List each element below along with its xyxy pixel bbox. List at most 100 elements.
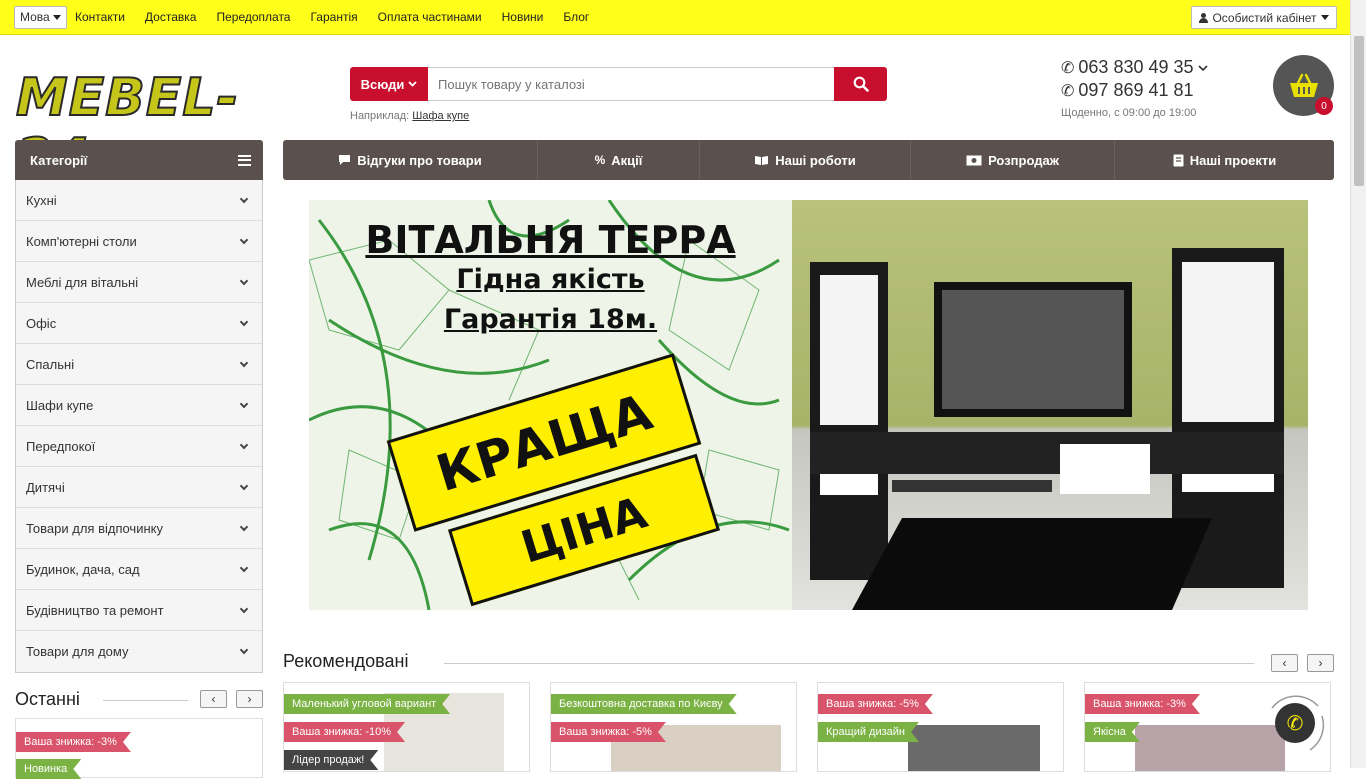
account-dropdown[interactable]: Особистий кабінет <box>1191 6 1337 29</box>
nav-delivery[interactable]: Доставка <box>145 10 197 24</box>
tv-wall-unit-image <box>810 248 1284 610</box>
product-card[interactable]: Маленький угловой вариант Ваша знижка: -… <box>283 682 530 772</box>
chevron-down-icon <box>239 194 249 203</box>
chevron-down-icon <box>239 563 249 572</box>
example-link[interactable]: Шафа купе <box>412 110 469 122</box>
category-leisure[interactable]: Товари для відпочинку <box>16 508 262 549</box>
search-input[interactable] <box>428 67 834 101</box>
category-wardrobes[interactable]: Шафи купе <box>16 385 262 426</box>
menu-promotions[interactable]: % Акції <box>538 140 700 180</box>
scrollbar-thumb[interactable] <box>1354 36 1364 186</box>
promo-banner[interactable]: ВІТАЛЬНЯ ТЕРРА Гідна якість Гарантія 18м… <box>309 200 1308 610</box>
site-logo[interactable]: MEBEL-24 <box>15 67 274 189</box>
percent-icon: % <box>594 153 606 167</box>
book-icon <box>755 156 769 165</box>
phone-row-1[interactable]: ✆ 063 830 49 35 <box>1061 56 1208 79</box>
category-kids[interactable]: Дитячі <box>16 467 262 508</box>
recommended-next-button[interactable]: › <box>1307 654 1334 672</box>
hamburger-menu-icon[interactable] <box>238 154 251 166</box>
product-tag: Якісна <box>1085 722 1140 742</box>
category-hallways[interactable]: Передпокої <box>16 426 262 467</box>
nav-contacts[interactable]: Контакти <box>75 10 125 24</box>
last-prev-button[interactable]: ‹ <box>200 690 227 708</box>
language-dropdown[interactable]: Мова <box>14 6 67 29</box>
page-scrollbar[interactable] <box>1350 0 1366 768</box>
chevron-down-icon <box>239 440 249 449</box>
category-construction[interactable]: Будівництво та ремонт <box>16 590 262 631</box>
cart-count-badge: 0 <box>1315 97 1333 115</box>
user-icon <box>1199 12 1209 23</box>
discount-badge: Ваша знижка: -5% <box>551 722 666 742</box>
product-card[interactable]: Ваша знижка: -5% Кращий дизайн <box>817 682 1064 772</box>
chevron-left-icon: ‹ <box>1282 656 1287 670</box>
working-hours: Щоденно, с 09:00 до 19:00 <box>1061 107 1197 119</box>
category-home-goods[interactable]: Товари для дому <box>16 631 262 672</box>
banner-subtitle-quality: Гідна якість <box>456 264 645 295</box>
category-label: Меблі для вітальні <box>26 274 139 290</box>
search-scope-dropdown[interactable]: Всюди <box>350 67 428 101</box>
menu-reviews[interactable]: Відгуки про товари <box>283 140 538 180</box>
phone-row-2[interactable]: ✆ 097 869 41 81 <box>1061 79 1208 102</box>
top-bar: Мова Контакти Доставка Передоплата Гаран… <box>0 0 1350 35</box>
category-bedrooms[interactable]: Спальні <box>16 344 262 385</box>
category-kitchens[interactable]: Кухні <box>16 180 262 221</box>
category-label: Будівництво та ремонт <box>26 602 164 618</box>
discount-badge: Ваша знижка: -5% <box>818 694 933 714</box>
chevron-down-icon <box>239 645 249 655</box>
product-tag: Новинка <box>16 759 81 779</box>
menu-our-projects[interactable]: Наші проекти <box>1115 140 1334 180</box>
money-icon <box>966 155 982 165</box>
menu-our-works[interactable]: Наші роботи <box>700 140 911 180</box>
category-label: Будинок, дача, сад <box>26 561 140 577</box>
category-label: Комп'ютерні столи <box>26 233 137 249</box>
discount-badge: Ваша знижка: -10% <box>284 722 405 742</box>
phone-number-2[interactable]: 097 869 41 81 <box>1078 80 1193 101</box>
caret-down-icon <box>1320 15 1329 20</box>
search-button[interactable] <box>834 67 887 101</box>
recommended-prev-button[interactable]: ‹ <box>1271 654 1298 672</box>
product-tag: Кращий дизайн <box>818 722 919 742</box>
nav-prepayment[interactable]: Передоплата <box>216 10 290 24</box>
menu-sale[interactable]: Розпродаж <box>911 140 1115 180</box>
chevron-right-icon: › <box>1318 656 1323 670</box>
discount-badge: Ваша знижка: -3% <box>1085 694 1200 714</box>
chevron-left-icon: ‹ <box>211 692 216 706</box>
category-label: Офіс <box>26 315 57 331</box>
banner-furniture-photo <box>792 200 1308 610</box>
product-tag: Безкоштовна доставка по Києву <box>551 694 737 714</box>
category-house-garden[interactable]: Будинок, дача, сад <box>16 549 262 590</box>
discount-badge: Ваша знижка: -3% <box>16 732 131 752</box>
nav-warranty[interactable]: Гарантія <box>310 10 357 24</box>
banner-title: ВІТАЛЬНЯ ТЕРРА <box>365 218 736 262</box>
last-viewed-card[interactable]: Ваша знижка: -3% Новинка <box>15 718 263 778</box>
chevron-down-icon <box>239 276 249 285</box>
chevron-down-icon <box>239 358 249 367</box>
nav-installments[interactable]: Оплата частинами <box>378 10 482 24</box>
product-card[interactable]: Безкоштовна доставка по Києву Ваша знижк… <box>550 682 797 772</box>
phone-number-1[interactable]: 063 830 49 35 <box>1078 57 1193 78</box>
categories-title: Категорії <box>30 152 88 168</box>
example-label: Наприклад: <box>350 110 410 122</box>
nav-blog[interactable]: Блог <box>563 10 589 24</box>
cart-button[interactable]: 0 <box>1273 55 1334 116</box>
category-office[interactable]: Офіс <box>16 303 262 344</box>
search-icon <box>853 76 869 92</box>
menu-label: Відгуки про товари <box>357 152 482 168</box>
bestseller-badge: Лідер продаж! <box>284 750 378 770</box>
nav-news[interactable]: Новини <box>502 10 544 24</box>
chevron-down-icon <box>239 604 249 613</box>
category-computer-desks[interactable]: Комп'ютерні столи <box>16 221 262 262</box>
document-icon <box>1173 154 1184 166</box>
chevron-down-icon <box>239 317 249 326</box>
category-living-room[interactable]: Меблі для вітальні <box>16 262 262 303</box>
section-divider <box>103 700 188 701</box>
basket-icon <box>1289 73 1318 97</box>
language-label: Мова <box>20 10 50 24</box>
search-bar: Всюди <box>350 67 887 101</box>
callback-button[interactable]: ✆ <box>1275 703 1315 743</box>
chevron-down-icon[interactable] <box>1197 64 1208 71</box>
categories-header[interactable]: Категорії <box>15 140 263 180</box>
category-label: Шафи купе <box>26 397 94 413</box>
menu-label: Розпродаж <box>988 152 1059 168</box>
last-next-button[interactable]: › <box>236 690 263 708</box>
